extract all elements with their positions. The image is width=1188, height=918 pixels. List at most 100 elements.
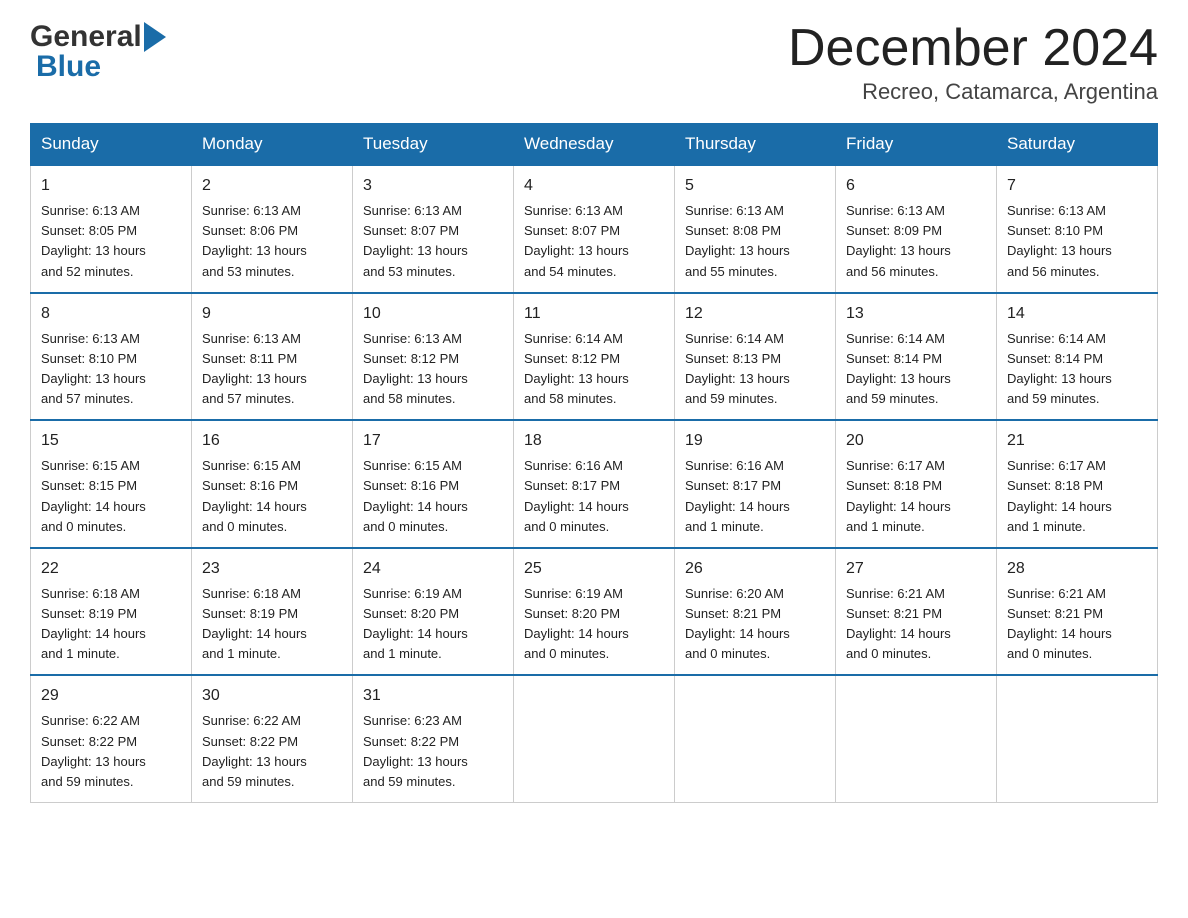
calendar-cell: 10Sunrise: 6:13 AMSunset: 8:12 PMDayligh… [353, 293, 514, 421]
calendar-cell: 8 Sunrise: 6:13 AMSunset: 8:10 PMDaylight… [31, 293, 192, 421]
month-title: December 2024 [788, 20, 1158, 77]
day-number: 21 [1007, 429, 1147, 453]
day-number: 3 [363, 174, 503, 198]
day-number: 14 [1007, 302, 1147, 326]
calendar-cell: 4Sunrise: 6:13 AMSunset: 8:07 PMDaylight… [514, 165, 675, 293]
day-number: 18 [524, 429, 664, 453]
calendar-week-row: 29 Sunrise: 6:22 AMSunset: 8:22 PMDayligh… [31, 675, 1158, 802]
day-number: 12 [685, 302, 825, 326]
calendar-cell: 14 Sunrise: 6:14 AMSunset: 8:14 PMDayligh… [997, 293, 1158, 421]
day-number: 29 [41, 684, 181, 708]
day-info: Sunrise: 6:18 AMSunset: 8:19 PMDaylight:… [202, 584, 342, 665]
day-info: Sunrise: 6:15 AMSunset: 8:15 PMDaylight:… [41, 456, 181, 537]
day-number: 24 [363, 557, 503, 581]
day-info: Sunrise: 6:22 AMSunset: 8:22 PMDaylight:… [41, 711, 181, 792]
day-info: Sunrise: 6:13 AMSunset: 8:10 PMDaylight:… [41, 329, 181, 410]
calendar-cell: 31 Sunrise: 6:23 AMSunset: 8:22 PMDayligh… [353, 675, 514, 802]
day-info: Sunrise: 6:15 AMSunset: 8:16 PMDaylight:… [363, 456, 503, 537]
day-number: 4 [524, 174, 664, 198]
calendar-cell: 17 Sunrise: 6:15 AMSunset: 8:16 PMDayligh… [353, 420, 514, 548]
day-info: Sunrise: 6:19 AMSunset: 8:20 PMDaylight:… [363, 584, 503, 665]
day-header-wednesday: Wednesday [514, 124, 675, 166]
day-number: 28 [1007, 557, 1147, 581]
day-number: 11 [524, 302, 664, 326]
calendar-cell: 16 Sunrise: 6:15 AMSunset: 8:16 PMDayligh… [192, 420, 353, 548]
day-number: 27 [846, 557, 986, 581]
day-number: 7 [1007, 174, 1147, 198]
day-number: 6 [846, 174, 986, 198]
day-number: 30 [202, 684, 342, 708]
day-info: Sunrise: 6:13 AMSunset: 8:09 PMDaylight:… [846, 201, 986, 282]
day-number: 13 [846, 302, 986, 326]
calendar-cell: 2 Sunrise: 6:13 AMSunset: 8:06 PMDaylight… [192, 165, 353, 293]
logo-arrow-icon [144, 22, 172, 52]
calendar-cell [675, 675, 836, 802]
day-number: 19 [685, 429, 825, 453]
day-number: 25 [524, 557, 664, 581]
calendar-cell: 5 Sunrise: 6:13 AMSunset: 8:08 PMDaylight… [675, 165, 836, 293]
calendar-cell: 27 Sunrise: 6:21 AMSunset: 8:21 PMDayligh… [836, 548, 997, 676]
day-info: Sunrise: 6:13 AMSunset: 8:06 PMDaylight:… [202, 201, 342, 282]
calendar-cell: 11 Sunrise: 6:14 AMSunset: 8:12 PMDayligh… [514, 293, 675, 421]
calendar-cell: 9Sunrise: 6:13 AMSunset: 8:11 PMDaylight… [192, 293, 353, 421]
logo: General Blue [30, 20, 172, 84]
day-number: 8 [41, 302, 181, 326]
calendar-cell: 22Sunrise: 6:18 AMSunset: 8:19 PMDayligh… [31, 548, 192, 676]
calendar-cell: 30Sunrise: 6:22 AMSunset: 8:22 PMDayligh… [192, 675, 353, 802]
day-info: Sunrise: 6:14 AMSunset: 8:12 PMDaylight:… [524, 329, 664, 410]
day-info: Sunrise: 6:14 AMSunset: 8:14 PMDaylight:… [1007, 329, 1147, 410]
day-info: Sunrise: 6:15 AMSunset: 8:16 PMDaylight:… [202, 456, 342, 537]
calendar-cell: 19 Sunrise: 6:16 AMSunset: 8:17 PMDayligh… [675, 420, 836, 548]
day-number: 20 [846, 429, 986, 453]
day-header-thursday: Thursday [675, 124, 836, 166]
calendar-week-row: 1 Sunrise: 6:13 AMSunset: 8:05 PMDaylight… [31, 165, 1158, 293]
calendar-cell [836, 675, 997, 802]
logo-general-text: General [30, 20, 142, 54]
day-info: Sunrise: 6:14 AMSunset: 8:14 PMDaylight:… [846, 329, 986, 410]
calendar-cell: 24 Sunrise: 6:19 AMSunset: 8:20 PMDayligh… [353, 548, 514, 676]
calendar-table: SundayMondayTuesdayWednesdayThursdayFrid… [30, 123, 1158, 803]
calendar-cell: 12Sunrise: 6:14 AMSunset: 8:13 PMDayligh… [675, 293, 836, 421]
day-number: 2 [202, 174, 342, 198]
day-number: 31 [363, 684, 503, 708]
calendar-cell: 1 Sunrise: 6:13 AMSunset: 8:05 PMDaylight… [31, 165, 192, 293]
calendar-cell: 20 Sunrise: 6:17 AMSunset: 8:18 PMDayligh… [836, 420, 997, 548]
day-number: 9 [202, 302, 342, 326]
day-info: Sunrise: 6:21 AMSunset: 8:21 PMDaylight:… [1007, 584, 1147, 665]
calendar-cell: 3 Sunrise: 6:13 AMSunset: 8:07 PMDaylight… [353, 165, 514, 293]
day-header-tuesday: Tuesday [353, 124, 514, 166]
subtitle: Recreo, Catamarca, Argentina [788, 79, 1158, 105]
calendar-week-row: 8 Sunrise: 6:13 AMSunset: 8:10 PMDaylight… [31, 293, 1158, 421]
calendar-cell: 29 Sunrise: 6:22 AMSunset: 8:22 PMDayligh… [31, 675, 192, 802]
calendar-cell: 6 Sunrise: 6:13 AMSunset: 8:09 PMDaylight… [836, 165, 997, 293]
day-info: Sunrise: 6:16 AMSunset: 8:17 PMDaylight:… [524, 456, 664, 537]
day-info: Sunrise: 6:13 AMSunset: 8:08 PMDaylight:… [685, 201, 825, 282]
day-number: 15 [41, 429, 181, 453]
calendar-cell: 23Sunrise: 6:18 AMSunset: 8:19 PMDayligh… [192, 548, 353, 676]
calendar-cell: 26Sunrise: 6:20 AMSunset: 8:21 PMDayligh… [675, 548, 836, 676]
day-header-monday: Monday [192, 124, 353, 166]
calendar-cell: 15 Sunrise: 6:15 AMSunset: 8:15 PMDayligh… [31, 420, 192, 548]
day-number: 5 [685, 174, 825, 198]
calendar-week-row: 15 Sunrise: 6:15 AMSunset: 8:15 PMDayligh… [31, 420, 1158, 548]
day-info: Sunrise: 6:17 AMSunset: 8:18 PMDaylight:… [1007, 456, 1147, 537]
title-area: December 2024 Recreo, Catamarca, Argenti… [788, 20, 1158, 105]
day-info: Sunrise: 6:17 AMSunset: 8:18 PMDaylight:… [846, 456, 986, 537]
day-number: 17 [363, 429, 503, 453]
day-info: Sunrise: 6:13 AMSunset: 8:07 PMDaylight:… [363, 201, 503, 282]
day-info: Sunrise: 6:20 AMSunset: 8:21 PMDaylight:… [685, 584, 825, 665]
day-info: Sunrise: 6:13 AMSunset: 8:05 PMDaylight:… [41, 201, 181, 282]
day-info: Sunrise: 6:21 AMSunset: 8:21 PMDaylight:… [846, 584, 986, 665]
day-number: 1 [41, 174, 181, 198]
day-info: Sunrise: 6:19 AMSunset: 8:20 PMDaylight:… [524, 584, 664, 665]
calendar-cell: 18 Sunrise: 6:16 AMSunset: 8:17 PMDayligh… [514, 420, 675, 548]
calendar-cell: 7Sunrise: 6:13 AMSunset: 8:10 PMDaylight… [997, 165, 1158, 293]
day-number: 10 [363, 302, 503, 326]
day-number: 16 [202, 429, 342, 453]
logo-blue-text: Blue [36, 50, 101, 84]
day-header-saturday: Saturday [997, 124, 1158, 166]
day-info: Sunrise: 6:23 AMSunset: 8:22 PMDaylight:… [363, 711, 503, 792]
day-header-friday: Friday [836, 124, 997, 166]
calendar-cell: 28 Sunrise: 6:21 AMSunset: 8:21 PMDayligh… [997, 548, 1158, 676]
day-info: Sunrise: 6:16 AMSunset: 8:17 PMDaylight:… [685, 456, 825, 537]
